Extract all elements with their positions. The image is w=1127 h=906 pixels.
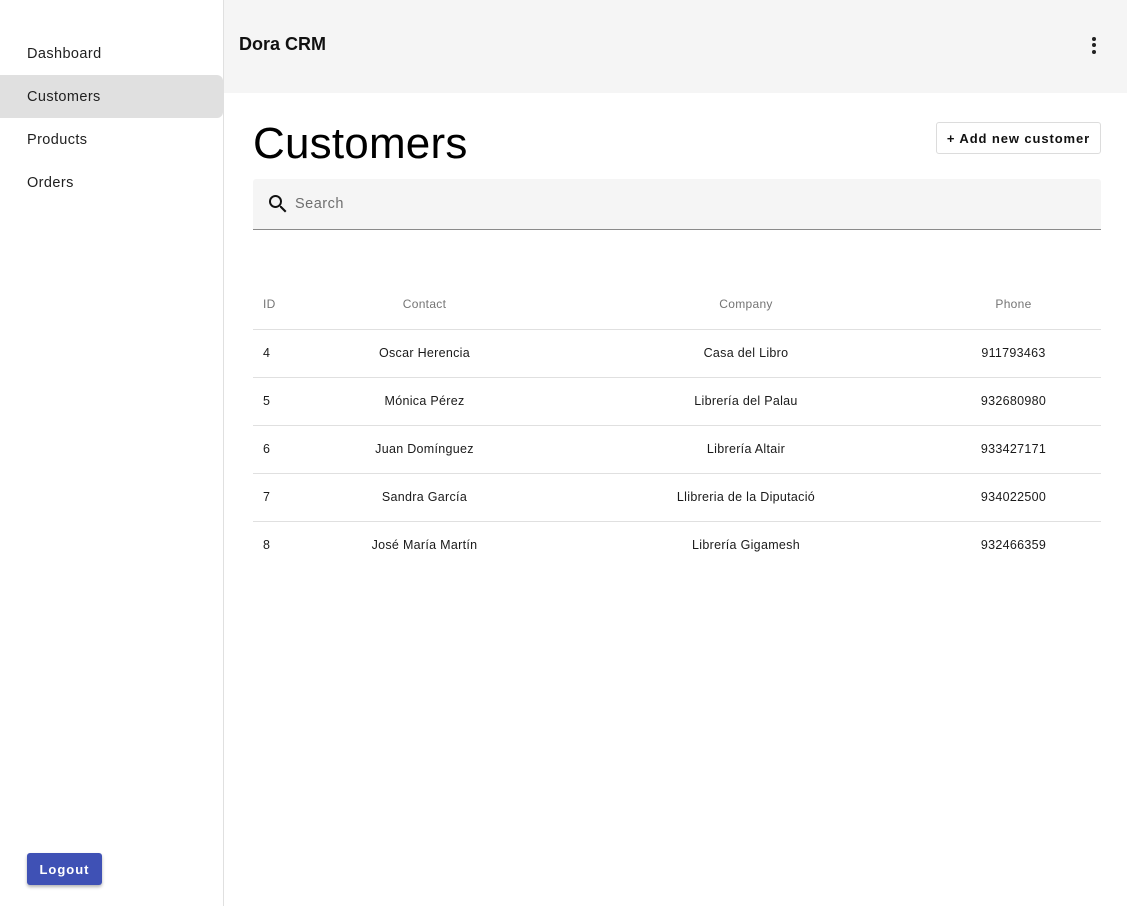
cell-phone: 933427171	[926, 425, 1101, 474]
cell-id: 7	[253, 473, 283, 522]
table-row[interactable]: 7 Sandra García Llibreria de la Diputaci…	[253, 473, 1101, 522]
sidebar: Dashboard Customers Products Orders Logo…	[0, 0, 224, 906]
cell-phone: 932680980	[926, 377, 1101, 426]
more-vert-icon[interactable]	[1083, 34, 1105, 56]
cell-id: 5	[253, 377, 283, 426]
search-bar	[253, 179, 1101, 230]
search-input[interactable]	[295, 196, 1075, 212]
search-icon	[269, 195, 287, 213]
cell-contact: Oscar Herencia	[283, 329, 566, 378]
table-row[interactable]: 4 Oscar Herencia Casa del Libro 91179346…	[253, 329, 1101, 378]
customers-table: ID Contact Company Phone 4 Oscar Herenci…	[253, 279, 1101, 569]
cell-company: Llibreria de la Diputació	[566, 473, 926, 522]
sidebar-item-products[interactable]: Products	[0, 118, 223, 161]
add-customer-button[interactable]: + Add new customer	[936, 122, 1101, 154]
table-row[interactable]: 6 Juan Domínguez Librería Altair 9334271…	[253, 425, 1101, 474]
app-title: Dora CRM	[239, 34, 327, 54]
page-title: Customers	[253, 119, 468, 168]
logout-button[interactable]: Logout	[27, 853, 102, 885]
more-dot	[1092, 49, 1096, 54]
cell-contact: Sandra García	[283, 473, 566, 522]
column-header-phone[interactable]: Phone	[926, 279, 1101, 330]
cell-id: 4	[253, 329, 283, 378]
sidebar-item-dashboard[interactable]: Dashboard	[0, 32, 223, 75]
cell-contact: Juan Domínguez	[283, 425, 566, 474]
column-header-id[interactable]: ID	[253, 279, 283, 330]
more-dot	[1092, 36, 1096, 41]
column-header-contact[interactable]: Contact	[283, 279, 566, 330]
sidebar-item-orders[interactable]: Orders	[0, 161, 223, 204]
column-header-company[interactable]: Company	[566, 279, 926, 330]
cell-phone: 911793463	[926, 329, 1101, 378]
cell-company: Librería Gigamesh	[692, 538, 800, 553]
sidebar-nav: Dashboard Customers Products Orders	[0, 32, 223, 204]
cell-company: Librería del Palau	[566, 377, 926, 426]
cell-id: 6	[253, 425, 283, 474]
cell-contact: José María Martín	[371, 538, 478, 553]
table-row[interactable]: 5 Mónica Pérez Librería del Palau 932680…	[253, 377, 1101, 426]
cell-contact: Mónica Pérez	[283, 377, 566, 426]
cell-phone: 932466359	[980, 538, 1047, 553]
app-bar: Dora CRM	[224, 0, 1127, 93]
more-dot	[1092, 43, 1096, 47]
cell-company: Librería Altair	[566, 425, 926, 474]
cell-id: 8	[263, 538, 271, 553]
cell-phone: 934022500	[926, 473, 1101, 522]
table-header-row: ID Contact Company Phone	[253, 279, 1101, 330]
cell-company: Casa del Libro	[566, 329, 926, 378]
table-row[interactable]: 8 José María Martín Librería Gigamesh 93…	[253, 521, 1101, 569]
sidebar-item-customers[interactable]: Customers	[0, 75, 223, 118]
